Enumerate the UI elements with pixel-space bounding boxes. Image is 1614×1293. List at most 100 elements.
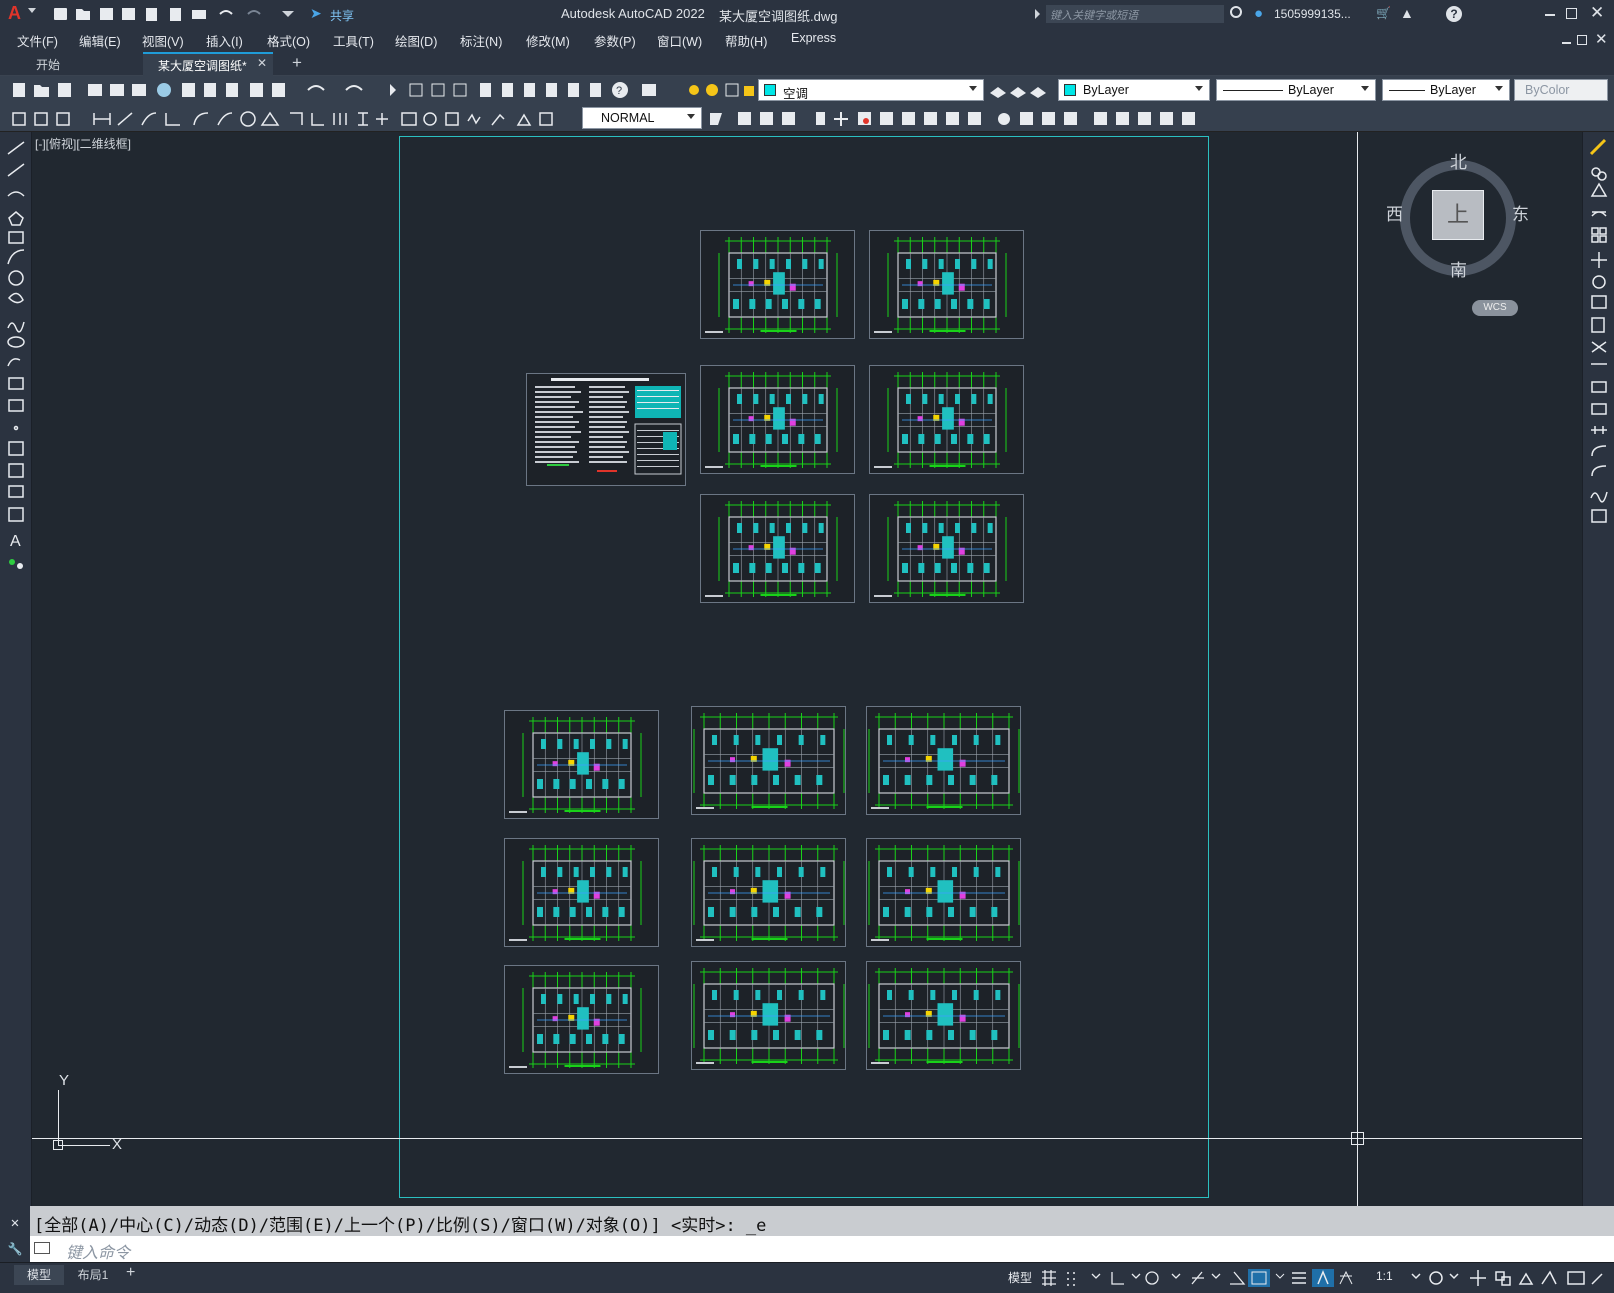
- maximize-icon[interactable]: [1566, 8, 1577, 19]
- menu-modify[interactable]: 修改(M): [526, 31, 570, 50]
- doc-minimize-icon[interactable]: [1562, 42, 1571, 44]
- crosshair-vertical: [1357, 132, 1358, 1206]
- lineweight-dropdown[interactable]: ByLayer: [1382, 79, 1510, 101]
- layer-state-icons[interactable]: [686, 81, 766, 99]
- menu-tools[interactable]: 工具(T): [333, 31, 374, 50]
- layout-tab-model[interactable]: 模型: [14, 1265, 64, 1285]
- layer-dropdown[interactable]: 空调: [758, 79, 984, 101]
- menu-view[interactable]: 视图(V): [142, 31, 184, 50]
- share-label[interactable]: 共享: [330, 7, 354, 24]
- user-name[interactable]: 1505999135...: [1274, 7, 1351, 21]
- file-tab-bar: 开始 某大厦空调图纸* ✕ +: [0, 52, 1614, 76]
- crosshair-pickbox: [1351, 1132, 1364, 1145]
- search-input[interactable]: 键入关键字或短语: [1046, 5, 1224, 23]
- drawing-sheet-floor-plan[interactable]: [691, 706, 846, 815]
- drawing-sheet-floor-plan[interactable]: [869, 230, 1024, 339]
- layout-tab-layout1[interactable]: 布局1: [66, 1265, 120, 1285]
- status-tools-icons[interactable]: [1408, 1268, 1608, 1288]
- compass-west[interactable]: 西: [1386, 200, 1403, 225]
- menu-edit[interactable]: 编辑(E): [79, 31, 121, 50]
- compass-north[interactable]: 北: [1450, 148, 1467, 173]
- command-prompt-icon[interactable]: [34, 1242, 50, 1254]
- expand-arrow-icon[interactable]: [1035, 9, 1040, 19]
- drafting-aid-icons[interactable]: [1040, 1268, 1370, 1288]
- doc-restore-icon[interactable]: [1577, 35, 1587, 45]
- minimize-icon[interactable]: [1545, 14, 1555, 16]
- menu-draw[interactable]: 绘图(D): [395, 31, 437, 50]
- modify-toolbar-side-icons[interactable]: [1583, 132, 1614, 532]
- layer-color-swatch: [764, 84, 776, 96]
- document-title: 某大厦空调图纸.dwg: [719, 9, 838, 24]
- modify-toolbar-icons[interactable]: [708, 109, 1208, 129]
- drawing-sheet-floor-plan[interactable]: [504, 838, 659, 947]
- menu-dimension[interactable]: 标注(N): [460, 31, 502, 50]
- layer-tool-icons[interactable]: [988, 81, 1050, 99]
- draw-toolbar-icons[interactable]: A: [0, 132, 32, 602]
- drawing-sheet-floor-plan[interactable]: [691, 838, 846, 947]
- viewcube-face[interactable]: 上: [1432, 190, 1484, 240]
- menu-insert[interactable]: 插入(I): [206, 31, 243, 50]
- cart-icon[interactable]: 🛒: [1376, 6, 1391, 20]
- compass-east[interactable]: 东: [1512, 200, 1529, 225]
- tab-close-icon[interactable]: ✕: [257, 56, 267, 70]
- command-line[interactable]: 🔧 键入命令: [0, 1236, 1614, 1262]
- chevron-down-icon: [1195, 86, 1203, 91]
- viewcube[interactable]: 上 北 南 西 东: [1386, 153, 1529, 304]
- drawing-sheet-floor-plan[interactable]: [869, 494, 1024, 603]
- drawing-sheet-floor-plan[interactable]: [869, 365, 1024, 474]
- svg-text:?: ?: [616, 85, 622, 97]
- drawing-sheet-floor-plan[interactable]: [504, 710, 659, 819]
- annotation-scale[interactable]: 1:1: [1376, 1269, 1393, 1283]
- dimension-toolbar-icons[interactable]: [10, 109, 580, 129]
- menu-window[interactable]: 窗口(W): [657, 31, 702, 50]
- compass-south[interactable]: 南: [1450, 256, 1467, 281]
- drawing-sheet-floor-plan[interactable]: [866, 838, 1021, 947]
- command-input[interactable]: 键入命令: [66, 1239, 130, 1263]
- tab-start[interactable]: 开始: [36, 56, 60, 73]
- autocad-logo-icon[interactable]: A: [8, 4, 26, 22]
- drawing-sheet-floor-plan[interactable]: [866, 961, 1021, 1070]
- color-dropdown[interactable]: ByLayer: [1058, 79, 1210, 101]
- autodesk-icon[interactable]: ▲: [1400, 5, 1414, 21]
- ucs-icon: Y X: [50, 1072, 150, 1156]
- new-tab-icon[interactable]: +: [292, 53, 302, 73]
- wcs-menu[interactable]: WCS: [1472, 300, 1518, 316]
- command-close-icon[interactable]: ✕: [0, 1206, 30, 1236]
- standard-toolbar-icons[interactable]: ?: [10, 80, 670, 100]
- model-space-canvas[interactable]: [-][俯视][二维线框] 上 北 南 西 东 WCS Y X: [32, 132, 1582, 1206]
- share-icon[interactable]: ➤: [310, 5, 322, 22]
- drawing-sheet-floor-plan[interactable]: [691, 961, 846, 1070]
- chevron-down-icon: [1495, 86, 1503, 91]
- plotstyle-dropdown: ByColor: [1514, 79, 1608, 101]
- add-layout-icon[interactable]: +: [126, 1264, 135, 1282]
- user-icon[interactable]: ●: [1254, 5, 1263, 22]
- menu-parameters[interactable]: 参数(P): [594, 31, 636, 50]
- drawing-sheet-floor-plan[interactable]: [504, 965, 659, 1074]
- menu-help[interactable]: 帮助(H): [725, 31, 767, 50]
- viewport-controls-label[interactable]: [-][俯视][二维线框]: [35, 135, 131, 152]
- menu-bar: 文件(F) 编辑(E) 视图(V) 插入(I) 格式(O) 工具(T) 绘图(D…: [0, 28, 1614, 52]
- help-icon[interactable]: ?: [1446, 6, 1462, 22]
- menu-format[interactable]: 格式(O): [267, 31, 310, 50]
- drawing-sheet-notes[interactable]: [526, 373, 686, 486]
- drawing-sheet-floor-plan[interactable]: [700, 494, 855, 603]
- drawing-sheet-floor-plan[interactable]: [700, 230, 855, 339]
- doc-close-icon[interactable]: ✕: [1595, 30, 1608, 48]
- lineweight-value: ByLayer: [1430, 83, 1476, 97]
- linetype-value: ByLayer: [1288, 83, 1334, 97]
- model-space-toggle[interactable]: 模型: [1008, 1269, 1032, 1286]
- tab-active-drawing[interactable]: 某大厦空调图纸* ✕: [143, 52, 273, 76]
- linetype-dropdown[interactable]: ByLayer: [1216, 79, 1376, 101]
- menu-file[interactable]: 文件(F): [17, 31, 58, 50]
- wrench-icon[interactable]: 🔧: [0, 1236, 30, 1262]
- close-icon[interactable]: ✕: [1590, 3, 1604, 23]
- drawing-sheet-floor-plan[interactable]: [866, 706, 1021, 815]
- search-icon[interactable]: [1230, 6, 1242, 18]
- menu-express[interactable]: Express: [791, 31, 836, 45]
- dimstyle-dropdown[interactable]: NORMAL: [582, 107, 702, 129]
- drawing-sheet-floor-plan[interactable]: [700, 365, 855, 474]
- app-menu-arrow-icon[interactable]: [28, 8, 36, 13]
- draw-toolbar: A: [0, 132, 32, 1206]
- ucs-y-label: Y: [59, 1072, 70, 1089]
- status-bar: 模型 布局1 + 模型 1:1: [0, 1262, 1614, 1293]
